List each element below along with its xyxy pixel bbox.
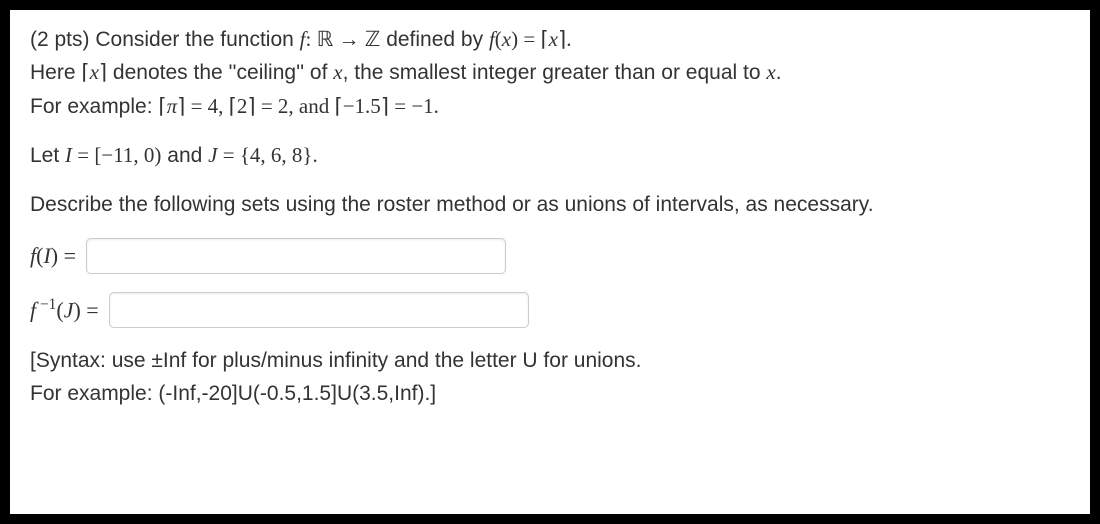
syntax-line-1: [Syntax: use ±Inf for plus/minus infinit… bbox=[30, 346, 1070, 376]
expr-x: x bbox=[502, 27, 511, 51]
x-var-2: x bbox=[333, 60, 342, 84]
ex3-val: −1.5 bbox=[343, 94, 381, 118]
prompt-line-2: Here ⌈x⌉ denotes the ''ceiling'' of x, t… bbox=[30, 57, 1070, 88]
points-text: (2 pts) Consider the function bbox=[30, 28, 300, 51]
defined-by: defined by bbox=[380, 28, 489, 51]
set-J: {4, 6, 8} bbox=[240, 143, 313, 167]
ex1-open: ⌈ bbox=[158, 94, 166, 118]
answer-row-finvJ: f −1(J) = bbox=[30, 292, 1070, 328]
ceil-open-2: ⌈ bbox=[81, 60, 89, 84]
codomain-Z: ℤ bbox=[365, 27, 381, 51]
colon: : bbox=[305, 27, 316, 51]
finvJ-label: f −1(J) = bbox=[30, 294, 99, 326]
expr-paren-open: ( bbox=[495, 27, 502, 51]
syntax-line-2: For example: (-Inf,-20]U(-0.5,1.5]U(3.5,… bbox=[30, 379, 1070, 409]
ex2-eq: = 2, and bbox=[256, 94, 335, 118]
ceil-x-2: x bbox=[90, 60, 99, 84]
eq-2: = bbox=[217, 143, 239, 167]
finvJ-sup: −1 bbox=[36, 296, 56, 313]
x-var-3: x bbox=[766, 60, 775, 84]
ex2-open: ⌈ bbox=[229, 94, 237, 118]
fI-paren-close: ) = bbox=[51, 243, 76, 268]
finvJ-J: J bbox=[64, 297, 74, 322]
ceil-x: x bbox=[549, 27, 558, 51]
domain-R: ℝ bbox=[317, 27, 334, 51]
answer-row-fI: f(I) = bbox=[30, 238, 1070, 274]
eq-1: = bbox=[72, 143, 94, 167]
outer-frame: (2 pts) Consider the function f: ℝ → ℤ d… bbox=[0, 0, 1100, 524]
period-2: . bbox=[776, 61, 782, 84]
finvJ-input[interactable] bbox=[109, 292, 529, 328]
finvJ-paren-close: ) = bbox=[73, 297, 98, 322]
arrow: → bbox=[333, 27, 365, 51]
ceil-close-2: ⌉ bbox=[99, 60, 107, 84]
ex1-eq: = 4, bbox=[185, 94, 228, 118]
fI-input[interactable] bbox=[86, 238, 506, 274]
ex3-eq: = −1. bbox=[389, 94, 439, 118]
describe-line: Describe the following sets using the ro… bbox=[30, 190, 1070, 220]
ex1-pi: π bbox=[167, 94, 178, 118]
interval-I: [−11, 0) bbox=[94, 143, 161, 167]
finvJ-paren-open: ( bbox=[56, 297, 63, 322]
syntax-note: [Syntax: use ±Inf for plus/minus infinit… bbox=[30, 346, 1070, 409]
for-example-text: For example: bbox=[30, 95, 158, 118]
smallest-int-text: , the smallest integer greater than or e… bbox=[343, 61, 767, 84]
ceil-open: ⌈ bbox=[540, 27, 548, 51]
expr-paren-close-eq: ) = bbox=[511, 27, 540, 51]
here-text: Here bbox=[30, 61, 81, 84]
denotes-text: denotes the ''ceiling'' of bbox=[107, 61, 333, 84]
ex3-open: ⌈ bbox=[335, 94, 343, 118]
prompt-line-3: For example: ⌈π⌉ = 4, ⌈2⌉ = 2, and ⌈−1.5… bbox=[30, 91, 1070, 122]
problem-card: (2 pts) Consider the function f: ℝ → ℤ d… bbox=[9, 9, 1091, 515]
prompt-line-1: (2 pts) Consider the function f: ℝ → ℤ d… bbox=[30, 24, 1070, 55]
let-text: Let bbox=[30, 144, 65, 167]
ex2-close: ⌉ bbox=[247, 94, 255, 118]
ex2-val: 2 bbox=[237, 94, 248, 118]
describe-text: Describe the following sets using the ro… bbox=[30, 193, 874, 216]
fI-label: f(I) = bbox=[30, 240, 76, 272]
period-1: . bbox=[566, 27, 571, 51]
fI-I: I bbox=[43, 243, 50, 268]
ceil-close: ⌉ bbox=[558, 27, 566, 51]
let-period: . bbox=[313, 143, 318, 167]
and-text: and bbox=[161, 144, 208, 167]
let-line: Let I = [−11, 0) and J = {4, 6, 8}. bbox=[30, 140, 1070, 171]
let-I: I bbox=[65, 143, 72, 167]
ex3-close: ⌉ bbox=[381, 94, 389, 118]
